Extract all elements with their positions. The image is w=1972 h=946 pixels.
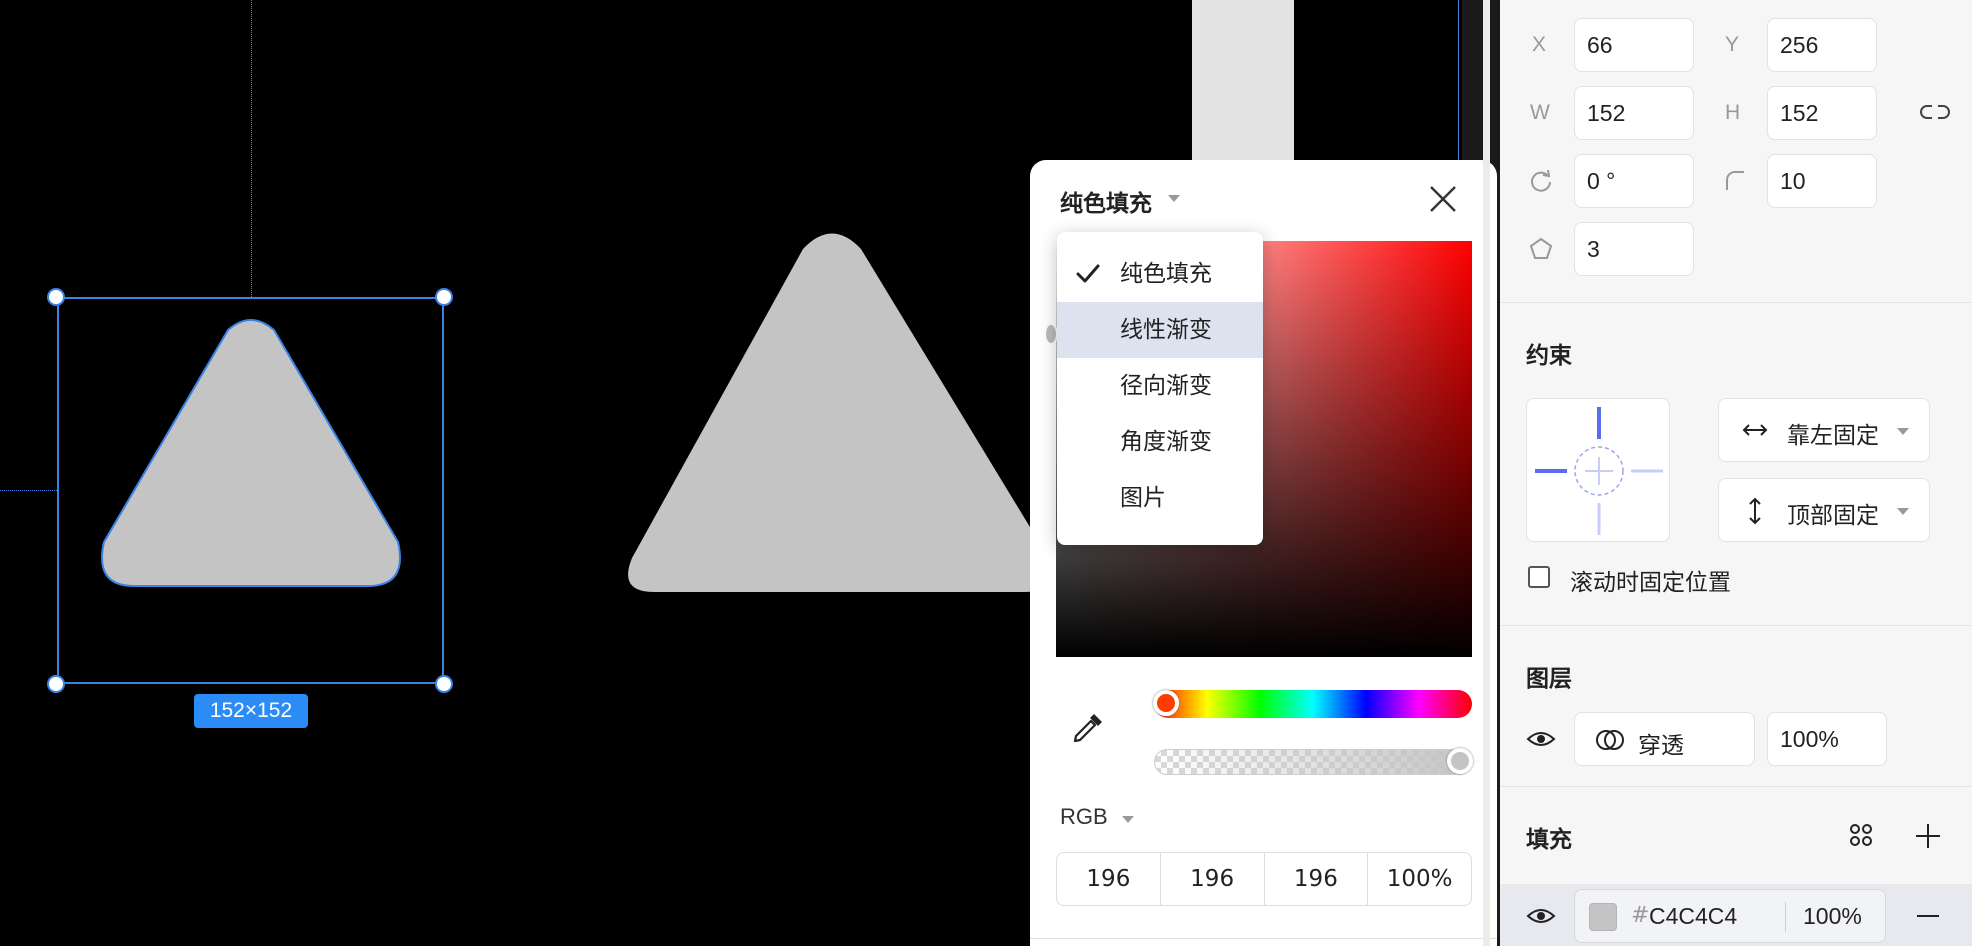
rotate-icon	[1531, 169, 1551, 192]
hash-symbol: #	[1631, 903, 1650, 928]
resize-handle-top-right[interactable]	[435, 288, 453, 306]
resize-handle-bottom-left[interactable]	[47, 675, 65, 693]
menu-item-radial-gradient[interactable]: 径向渐变	[1057, 358, 1263, 414]
section-divider	[1500, 625, 1972, 626]
layer-opacity-input[interactable]: 100%	[1767, 712, 1887, 766]
hue-slider-knob[interactable]	[1153, 690, 1179, 716]
point-count-input[interactable]: 3	[1574, 222, 1694, 276]
chevron-down-icon[interactable]	[1168, 195, 1180, 202]
blend-mode-icon	[1596, 730, 1624, 750]
large-triangle[interactable]	[628, 233, 1052, 593]
blend-mode-dropdown[interactable]: 穿透	[1574, 712, 1755, 766]
menu-item-image[interactable]: 图片	[1057, 470, 1263, 526]
fill-opacity-input[interactable]: 100%	[1803, 903, 1862, 930]
red-input[interactable]: 196	[1057, 853, 1161, 905]
size-badge: 152×152	[194, 694, 308, 728]
vertical-arrow-icon	[1749, 497, 1761, 525]
color-cursor[interactable]	[1044, 323, 1058, 345]
constraints-title: 约束	[1526, 343, 1572, 369]
add-fill-icon[interactable]	[1914, 822, 1942, 850]
color-mode-selector[interactable]: RGB	[1060, 804, 1108, 830]
layer-title: 图层	[1526, 666, 1572, 692]
corner-radius-icon	[1726, 171, 1744, 190]
y-label: Y	[1725, 33, 1740, 56]
selection-box[interactable]	[57, 297, 444, 684]
alpha-slider-knob[interactable]	[1447, 748, 1473, 774]
chevron-down-icon	[1897, 428, 1909, 435]
w-label: W	[1530, 101, 1550, 124]
corner-radius-input[interactable]: 10	[1767, 154, 1877, 208]
section-divider	[1500, 786, 1972, 787]
eye-icon[interactable]	[1526, 904, 1556, 928]
chevron-down-icon	[1897, 508, 1909, 515]
green-input[interactable]: 196	[1161, 853, 1265, 905]
popup-divider	[1030, 938, 1497, 939]
eyedropper-icon[interactable]	[1070, 710, 1106, 746]
width-input[interactable]: 152	[1574, 86, 1694, 140]
chevron-down-icon[interactable]	[1122, 816, 1134, 823]
link-icon[interactable]	[1920, 100, 1950, 124]
h-label: H	[1725, 101, 1741, 124]
alpha-slider[interactable]	[1154, 749, 1472, 775]
panel-resize-divider[interactable]	[1483, 0, 1490, 946]
menu-item-solid-fill[interactable]: 纯色填充	[1057, 246, 1263, 302]
fix-on-scroll-checkbox[interactable]	[1528, 566, 1550, 588]
style-icon[interactable]	[1848, 822, 1874, 848]
x-input[interactable]: 66	[1574, 18, 1694, 72]
fill-type-selector[interactable]: 纯色填充	[1060, 184, 1152, 218]
fill-hex-input[interactable]: C4C4C4	[1649, 903, 1737, 930]
fill-type-menu: 纯色填充 线性渐变 径向渐变 角度渐变 图片	[1057, 232, 1263, 545]
fill-color-swatch[interactable]	[1589, 903, 1617, 931]
constraint-widget[interactable]	[1526, 398, 1670, 542]
polygon-icon	[1529, 237, 1553, 259]
remove-fill-icon[interactable]	[1914, 902, 1942, 930]
menu-item-linear-gradient[interactable]: 线性渐变	[1057, 302, 1263, 358]
resize-handle-bottom-right[interactable]	[435, 675, 453, 693]
eye-icon[interactable]	[1526, 727, 1556, 751]
fix-on-scroll-label: 滚动时固定位置	[1570, 570, 1731, 596]
alpha-input[interactable]: 100%	[1368, 853, 1471, 905]
properties-panel: X 66 Y 256 W 152 H 152 0 ° 10 3 约束 靠左固定 …	[1500, 0, 1972, 946]
horizontal-arrow-icon	[1742, 424, 1768, 436]
fill-color-field[interactable]: # C4C4C4 100%	[1574, 889, 1886, 943]
y-input[interactable]: 256	[1767, 18, 1877, 72]
close-icon[interactable]	[1426, 182, 1460, 216]
blue-input[interactable]: 196	[1265, 853, 1369, 905]
horizontal-constraint-dropdown[interactable]: 靠左固定	[1718, 398, 1930, 462]
field-separator	[1785, 902, 1786, 932]
menu-item-angular-gradient[interactable]: 角度渐变	[1057, 414, 1263, 470]
resize-handle-top-left[interactable]	[47, 288, 65, 306]
vertical-constraint-dropdown[interactable]: 顶部固定	[1718, 478, 1930, 542]
check-icon	[1076, 264, 1100, 283]
fill-title: 填充	[1526, 827, 1572, 853]
rgb-inputs: 196 196 196 100%	[1056, 852, 1472, 906]
x-label: X	[1532, 33, 1547, 56]
constraint-diagram	[1535, 407, 1663, 535]
section-divider	[1500, 302, 1972, 303]
rotation-input[interactable]: 0 °	[1574, 154, 1694, 208]
hue-slider[interactable]	[1154, 690, 1472, 718]
height-input[interactable]: 152	[1767, 86, 1877, 140]
